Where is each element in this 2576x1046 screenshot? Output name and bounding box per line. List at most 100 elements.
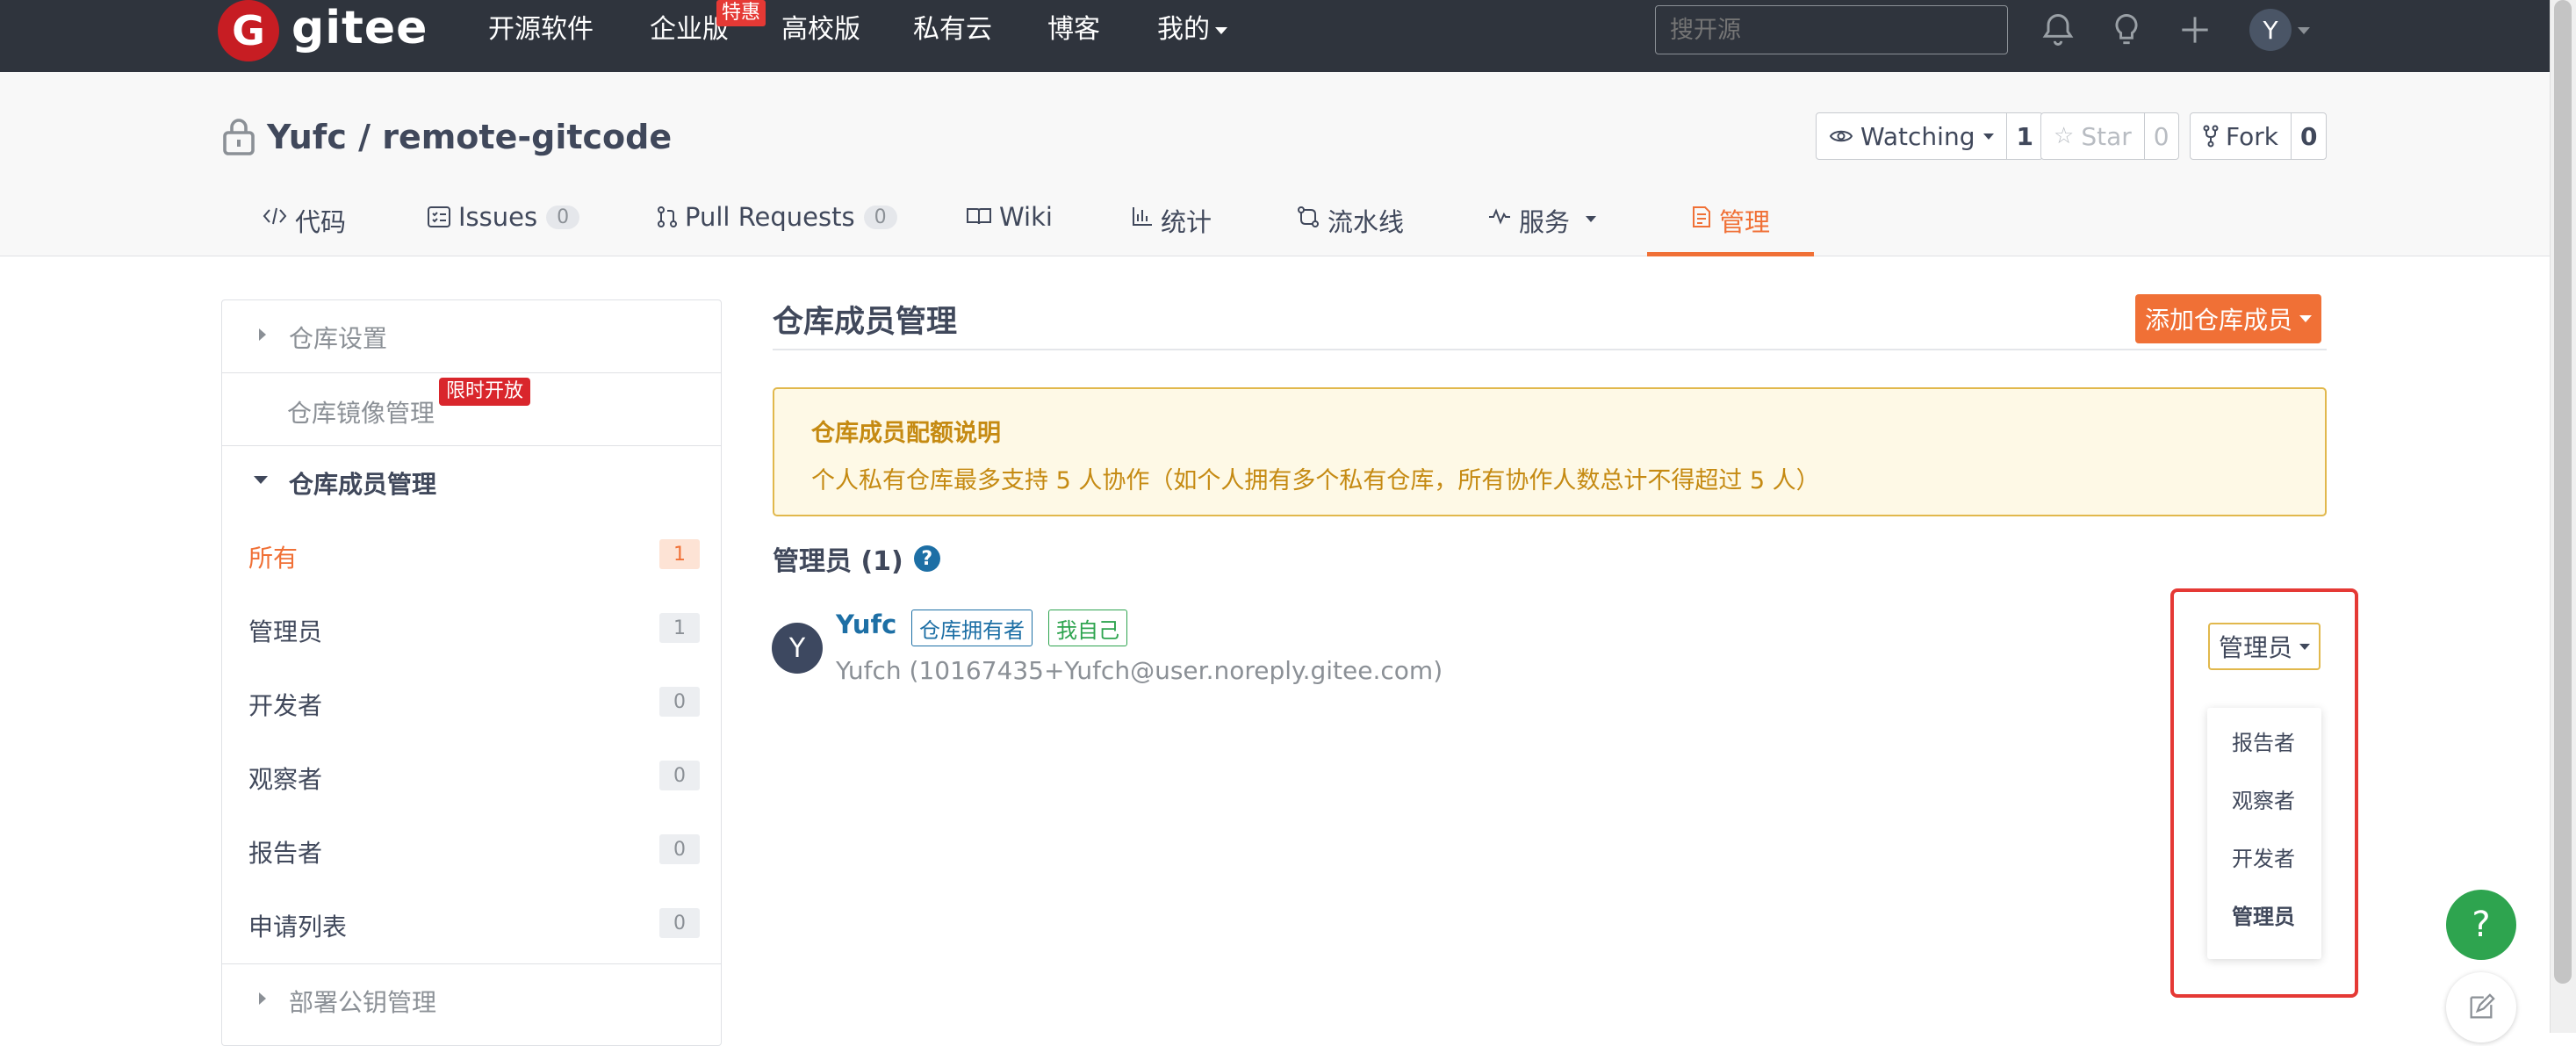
member-avatar[interactable]: Y bbox=[772, 623, 823, 674]
code-icon bbox=[263, 207, 287, 225]
sidebar-item-label: 所有 bbox=[248, 544, 299, 573]
edit-icon bbox=[2470, 993, 2495, 1019]
divider bbox=[773, 349, 2327, 350]
role-option-observer[interactable]: 观察者 bbox=[2232, 783, 2295, 814]
sidebar-item-admins[interactable]: 管理员 1 bbox=[222, 592, 721, 666]
chevron-down-icon bbox=[2299, 643, 2310, 650]
role-select-button[interactable]: 管理员 bbox=[2208, 623, 2321, 670]
sidebar-item-label: 观察者 bbox=[248, 765, 323, 794]
chevron-right-icon bbox=[259, 992, 266, 1005]
page-title: 仓库成员管理 bbox=[773, 305, 958, 340]
member-email: Yufch (10167435+Yufch@user.noreply.gitee… bbox=[836, 656, 1443, 685]
gitee-logo-text[interactable]: gitee bbox=[291, 0, 428, 56]
count-badge: 0 bbox=[659, 687, 700, 717]
sidebar-item-label: 仓库成员管理 bbox=[289, 470, 437, 499]
fork-count[interactable]: 0 bbox=[2292, 113, 2326, 159]
avatar-chevron-down-icon[interactable] bbox=[2298, 27, 2310, 34]
quota-notice: 仓库成员配额说明 个人私有仓库最多支持 5 人协作（如个人拥有多个私有仓库，所有… bbox=[773, 387, 2327, 516]
nav-blog[interactable]: 博客 bbox=[1047, 12, 1100, 47]
lock-icon bbox=[223, 119, 255, 155]
plus-icon[interactable] bbox=[2176, 11, 2214, 49]
feedback-floating-button[interactable] bbox=[2446, 972, 2516, 1042]
sidebar-item-label: 开发者 bbox=[248, 691, 323, 720]
tab-stats[interactable]: 统计 bbox=[1131, 195, 1212, 256]
enterprise-promo-badge: 特惠 bbox=[716, 0, 766, 26]
sidebar-item-reporters[interactable]: 报告者 0 bbox=[222, 813, 721, 887]
sidebar-item-repo-settings[interactable]: 仓库设置 bbox=[222, 300, 721, 372]
count-badge: 0 bbox=[659, 908, 700, 938]
eye-icon bbox=[1829, 130, 1853, 142]
limited-time-badge: 限时开放 bbox=[439, 378, 531, 406]
repo-header bbox=[0, 72, 2550, 256]
sidebar-item-label: 部署公钥管理 bbox=[289, 988, 437, 1017]
sidebar-item-developers[interactable]: 开发者 0 bbox=[222, 666, 721, 739]
count-badge: 1 bbox=[659, 539, 700, 569]
help-floating-button[interactable]: ? bbox=[2446, 890, 2516, 960]
tab-issues-label: Issues bbox=[458, 202, 538, 232]
star-count[interactable]: 0 bbox=[2145, 113, 2178, 159]
tab-issues[interactable]: Issues 0 bbox=[427, 195, 580, 256]
lightbulb-icon[interactable] bbox=[2107, 11, 2146, 49]
count-badge: 1 bbox=[659, 613, 700, 643]
star-button[interactable]: ☆ Star bbox=[2041, 113, 2145, 159]
watch-label: Watching bbox=[1860, 121, 1975, 151]
settings-sidebar: 仓库设置 仓库镜像管理 仓库成员管理 所有 1 管理员 1 开发者 0 观察者 … bbox=[221, 299, 722, 1046]
role-option-developer[interactable]: 开发者 bbox=[2232, 841, 2295, 872]
sidebar-item-applications[interactable]: 申请列表 0 bbox=[222, 887, 721, 961]
member-name-link[interactable]: Yufc bbox=[836, 610, 896, 639]
sidebar-item-member-management[interactable]: 仓库成员管理 bbox=[222, 446, 721, 516]
admins-section-heading: 管理员 (1) ? bbox=[773, 539, 940, 578]
sidebar-item-label: 申请列表 bbox=[248, 913, 348, 941]
repo-title[interactable]: Yufc / remote-gitcode bbox=[267, 116, 672, 158]
top-navbar: G gitee 开源软件 企业版 特惠 高校版 私有云 博客 我的 Y bbox=[0, 0, 2550, 72]
pulse-icon bbox=[1489, 208, 1510, 225]
add-member-label: 添加仓库成员 bbox=[2144, 306, 2292, 335]
watch-button[interactable]: Watching bbox=[1817, 113, 2008, 159]
tab-code-label: 代码 bbox=[295, 207, 347, 237]
role-option-admin[interactable]: 管理员 bbox=[2232, 899, 2295, 930]
nav-mine-label: 我的 bbox=[1157, 14, 1210, 45]
sidebar-item-label: 仓库镜像管理 bbox=[287, 399, 435, 428]
sidebar-item-label: 管理员 bbox=[248, 617, 323, 646]
tab-services[interactable]: 服务 bbox=[1487, 195, 1597, 256]
book-icon bbox=[967, 208, 991, 225]
tab-wiki[interactable]: Wiki bbox=[966, 195, 1053, 256]
tab-code[interactable]: 代码 bbox=[262, 195, 346, 256]
tab-pull-requests[interactable]: Pull Requests 0 bbox=[657, 195, 897, 256]
add-member-button[interactable]: 添加仓库成员 bbox=[2135, 294, 2321, 343]
role-option-reporter[interactable]: 报告者 bbox=[2232, 725, 2295, 756]
tab-pipeline[interactable]: 流水线 bbox=[1296, 195, 1404, 256]
owner-tag: 仓库拥有者 bbox=[911, 610, 1033, 646]
chevron-right-icon bbox=[259, 328, 266, 341]
fork-label: Fork bbox=[2226, 121, 2278, 151]
settings-document-icon bbox=[1692, 206, 1710, 227]
nav-education[interactable]: 高校版 bbox=[781, 12, 860, 47]
chevron-down-icon bbox=[1215, 26, 1227, 34]
issues-count-badge: 0 bbox=[546, 206, 580, 229]
fork-icon bbox=[2203, 125, 2219, 148]
gitee-logo-icon[interactable]: G bbox=[218, 0, 279, 61]
self-tag: 我自己 bbox=[1048, 610, 1127, 646]
scrollbar-thumb[interactable] bbox=[2554, 0, 2572, 984]
sidebar-item-deploy-keys[interactable]: 部署公钥管理 bbox=[222, 964, 721, 1036]
bell-icon[interactable] bbox=[2039, 11, 2077, 49]
watch-count[interactable]: 1 bbox=[2007, 113, 2041, 159]
fork-button[interactable]: Fork bbox=[2191, 113, 2292, 159]
tab-manage[interactable]: 管理 bbox=[1647, 195, 1814, 256]
fork-button-group: Fork 0 bbox=[2190, 112, 2328, 160]
user-avatar[interactable]: Y bbox=[2249, 9, 2292, 51]
nav-mine-dropdown[interactable]: 我的 bbox=[1157, 12, 1227, 47]
tab-pipeline-label: 流水线 bbox=[1328, 207, 1405, 237]
search-input[interactable] bbox=[1655, 5, 2008, 54]
sidebar-item-observers[interactable]: 观察者 0 bbox=[222, 739, 721, 813]
notice-body: 个人私有仓库最多支持 5 人协作（如个人拥有多个私有仓库，所有协作人数总计不得超… bbox=[811, 467, 1820, 494]
chevron-down-icon bbox=[2299, 315, 2312, 322]
sidebar-item-all[interactable]: 所有 1 bbox=[222, 518, 721, 592]
role-select-label: 管理员 bbox=[2218, 633, 2292, 662]
sidebar-item-label: 仓库设置 bbox=[289, 324, 388, 353]
nav-private-cloud[interactable]: 私有云 bbox=[913, 12, 992, 47]
nav-open-source[interactable]: 开源软件 bbox=[488, 12, 594, 47]
bar-chart-icon bbox=[1133, 207, 1152, 226]
tab-stats-label: 统计 bbox=[1161, 207, 1212, 237]
help-icon[interactable]: ? bbox=[913, 545, 940, 572]
